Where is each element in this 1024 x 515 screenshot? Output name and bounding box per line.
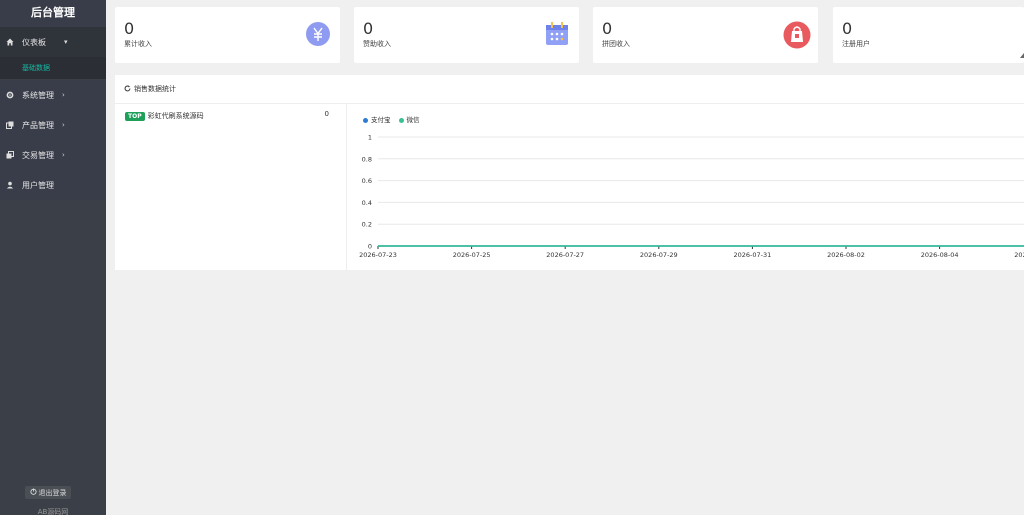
sales-panel: 销售数据统计 TOP 彩虹代刷系统源码 0 支付宝 微信 0 0.2 0.4 0.6 0… [115, 75, 1024, 270]
top-badge: TOP [125, 111, 145, 121]
sidebar-item-label: 系统管理 [22, 90, 54, 100]
logout-button[interactable]: 退出登录 [25, 486, 71, 499]
gear-icon [6, 91, 14, 99]
logout-label: 退出登录 [38, 488, 67, 497]
product-name: 彩虹代刷系统源码 [147, 112, 204, 120]
panel-header: 销售数据统计 [115, 75, 1024, 104]
sidebar-item-label: 仪表板 [22, 37, 46, 47]
product-value: 0 [324, 110, 329, 118]
sidebar-item-dashboard[interactable]: 仪表板 ▾ [0, 27, 106, 57]
stat-label: 累计收入 [124, 40, 152, 48]
x-tick-label: 2026-08-06 [1014, 251, 1024, 259]
power-icon [29, 488, 37, 497]
x-tick-label: 2026-07-25 [453, 251, 491, 259]
panel-title: 销售数据统计 [134, 85, 176, 93]
stat-value: 0 [842, 19, 853, 38]
sidebar-item-label: 用户管理 [22, 180, 54, 190]
submenu: 基础数据 [0, 57, 106, 79]
copy-icon [6, 151, 14, 159]
sidebar-item-label: 交易管理 [22, 150, 54, 160]
user-icon [1020, 43, 1024, 58]
y-tick-label: 1 [368, 134, 372, 142]
stat-label: 赞助收入 [363, 40, 391, 48]
sidebar-item-users[interactable]: 用户管理 [0, 170, 106, 200]
list-item[interactable]: TOP 彩虹代刷系统源码 0 [125, 110, 335, 122]
sidebar-subitem-basic-data[interactable]: 基础数据 [22, 63, 50, 73]
chevron-down-icon: ▾ [64, 38, 68, 46]
x-tick-label: 2026-07-29 [640, 251, 678, 259]
y-tick-label: 0.2 [362, 221, 372, 229]
chart-canvas: 0 0.2 0.4 0.6 0.8 1 2026-07-23 2026-07-25 2026-0… [359, 134, 1024, 259]
y-tick-label: 0 [368, 243, 372, 251]
stat-value: 0 [124, 19, 135, 38]
app-title: 后台管理 [0, 0, 106, 27]
stat-card-sponsor-income: 0 赞助收入 [354, 7, 579, 63]
refresh-icon[interactable] [124, 84, 131, 94]
x-tick-label: 2026-07-27 [546, 251, 584, 259]
stat-card-total-income: 0 累计收入 [115, 7, 340, 63]
stat-value: 0 [363, 19, 374, 38]
chevron-right-icon: › [62, 91, 65, 99]
sales-chart: 支付宝 微信 0 0.2 0.4 0.6 0.8 1 2026-07-23 2026-07-2… [348, 104, 1024, 270]
calendar-icon [544, 21, 570, 47]
sidebar: 后台管理 仪表板 ▾ 基础数据 系统管理 › 产品管理 › 交易管理 › 用户管… [0, 0, 106, 515]
stat-card-registered-users: 0 注册用户 [833, 7, 1024, 63]
sidebar-item-transactions[interactable]: 交易管理 › [0, 140, 106, 170]
stat-label: 注册用户 [842, 40, 870, 48]
chevron-right-icon: › [62, 121, 65, 129]
y-tick-label: 0.6 [362, 177, 372, 185]
x-tick-label: 2026-08-04 [921, 251, 959, 259]
shopping-bag-icon [783, 21, 811, 49]
sidebar-item-system[interactable]: 系统管理 › [0, 80, 106, 110]
stat-label: 拼团收入 [602, 40, 630, 48]
sidebar-item-label: 产品管理 [22, 120, 54, 130]
stat-value: 0 [602, 19, 613, 38]
chevron-right-icon: › [62, 151, 65, 159]
sidebar-item-products[interactable]: 产品管理 › [0, 110, 106, 140]
products-icon [6, 121, 14, 129]
user-icon [6, 181, 14, 189]
footer-text: AB源码网 [37, 508, 69, 515]
yuan-icon [305, 21, 331, 47]
y-tick-label: 0.8 [362, 155, 372, 163]
home-icon [6, 38, 14, 46]
ranking-list: TOP 彩虹代刷系统源码 0 [115, 104, 347, 270]
x-tick-label: 2026-07-23 [359, 251, 397, 259]
x-tick-label: 2026-07-31 [734, 251, 772, 259]
x-tick-label: 2026-08-02 [827, 251, 865, 259]
stat-card-group-income: 0 拼团收入 [593, 7, 818, 63]
y-tick-label: 0.4 [362, 199, 372, 207]
